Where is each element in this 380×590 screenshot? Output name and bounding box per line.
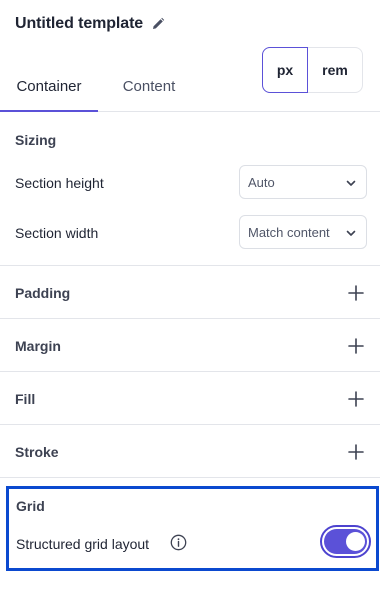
section-width-value: Match content	[248, 224, 330, 240]
structured-grid-layout-label: Structured grid layout	[16, 536, 150, 552]
margin-section[interactable]: Margin	[0, 319, 380, 372]
panel-header: Untitled template Container Content px r…	[0, 0, 380, 112]
plus-icon[interactable]	[348, 338, 364, 354]
template-title-row: Untitled template	[15, 15, 165, 33]
plus-icon[interactable]	[348, 285, 364, 301]
section-width-select[interactable]: Match content	[239, 215, 367, 249]
structured-grid-toggle[interactable]	[320, 525, 371, 558]
toggle-track	[324, 529, 367, 554]
plus-icon[interactable]	[348, 391, 364, 407]
padding-label: Padding	[15, 285, 71, 301]
pencil-icon[interactable]	[151, 17, 165, 31]
toggle-knob	[346, 532, 365, 551]
chevron-down-icon	[345, 176, 357, 188]
template-title[interactable]: Untitled template	[15, 15, 143, 33]
section-height-label: Section height	[15, 175, 104, 191]
margin-label: Margin	[15, 338, 61, 354]
plus-icon[interactable]	[348, 444, 364, 460]
grid-label: Grid	[16, 498, 45, 514]
stroke-section[interactable]: Stroke	[0, 425, 380, 478]
unit-px-button[interactable]: px	[262, 47, 308, 93]
padding-section[interactable]: Padding	[0, 266, 380, 319]
tab-content[interactable]: Content	[98, 60, 200, 112]
tab-container[interactable]: Container	[0, 60, 98, 112]
section-height-value: Auto	[248, 174, 275, 190]
sizing-label: Sizing	[15, 132, 57, 148]
unit-rem-button[interactable]: rem	[308, 48, 362, 92]
tab-container-label: Container	[16, 77, 82, 95]
fill-section[interactable]: Fill	[0, 372, 380, 425]
tab-content-label: Content	[122, 77, 176, 95]
section-height-select[interactable]: Auto	[239, 165, 367, 199]
stroke-label: Stroke	[15, 444, 59, 460]
grid-section: Grid Structured grid layout	[6, 486, 379, 571]
sizing-section: Sizing Section height Auto Section width…	[0, 112, 380, 266]
chevron-down-icon	[345, 226, 357, 238]
fill-label: Fill	[15, 391, 36, 407]
unit-toggle: px rem	[262, 47, 363, 93]
info-icon[interactable]	[170, 534, 187, 551]
section-width-label: Section width	[15, 225, 99, 241]
